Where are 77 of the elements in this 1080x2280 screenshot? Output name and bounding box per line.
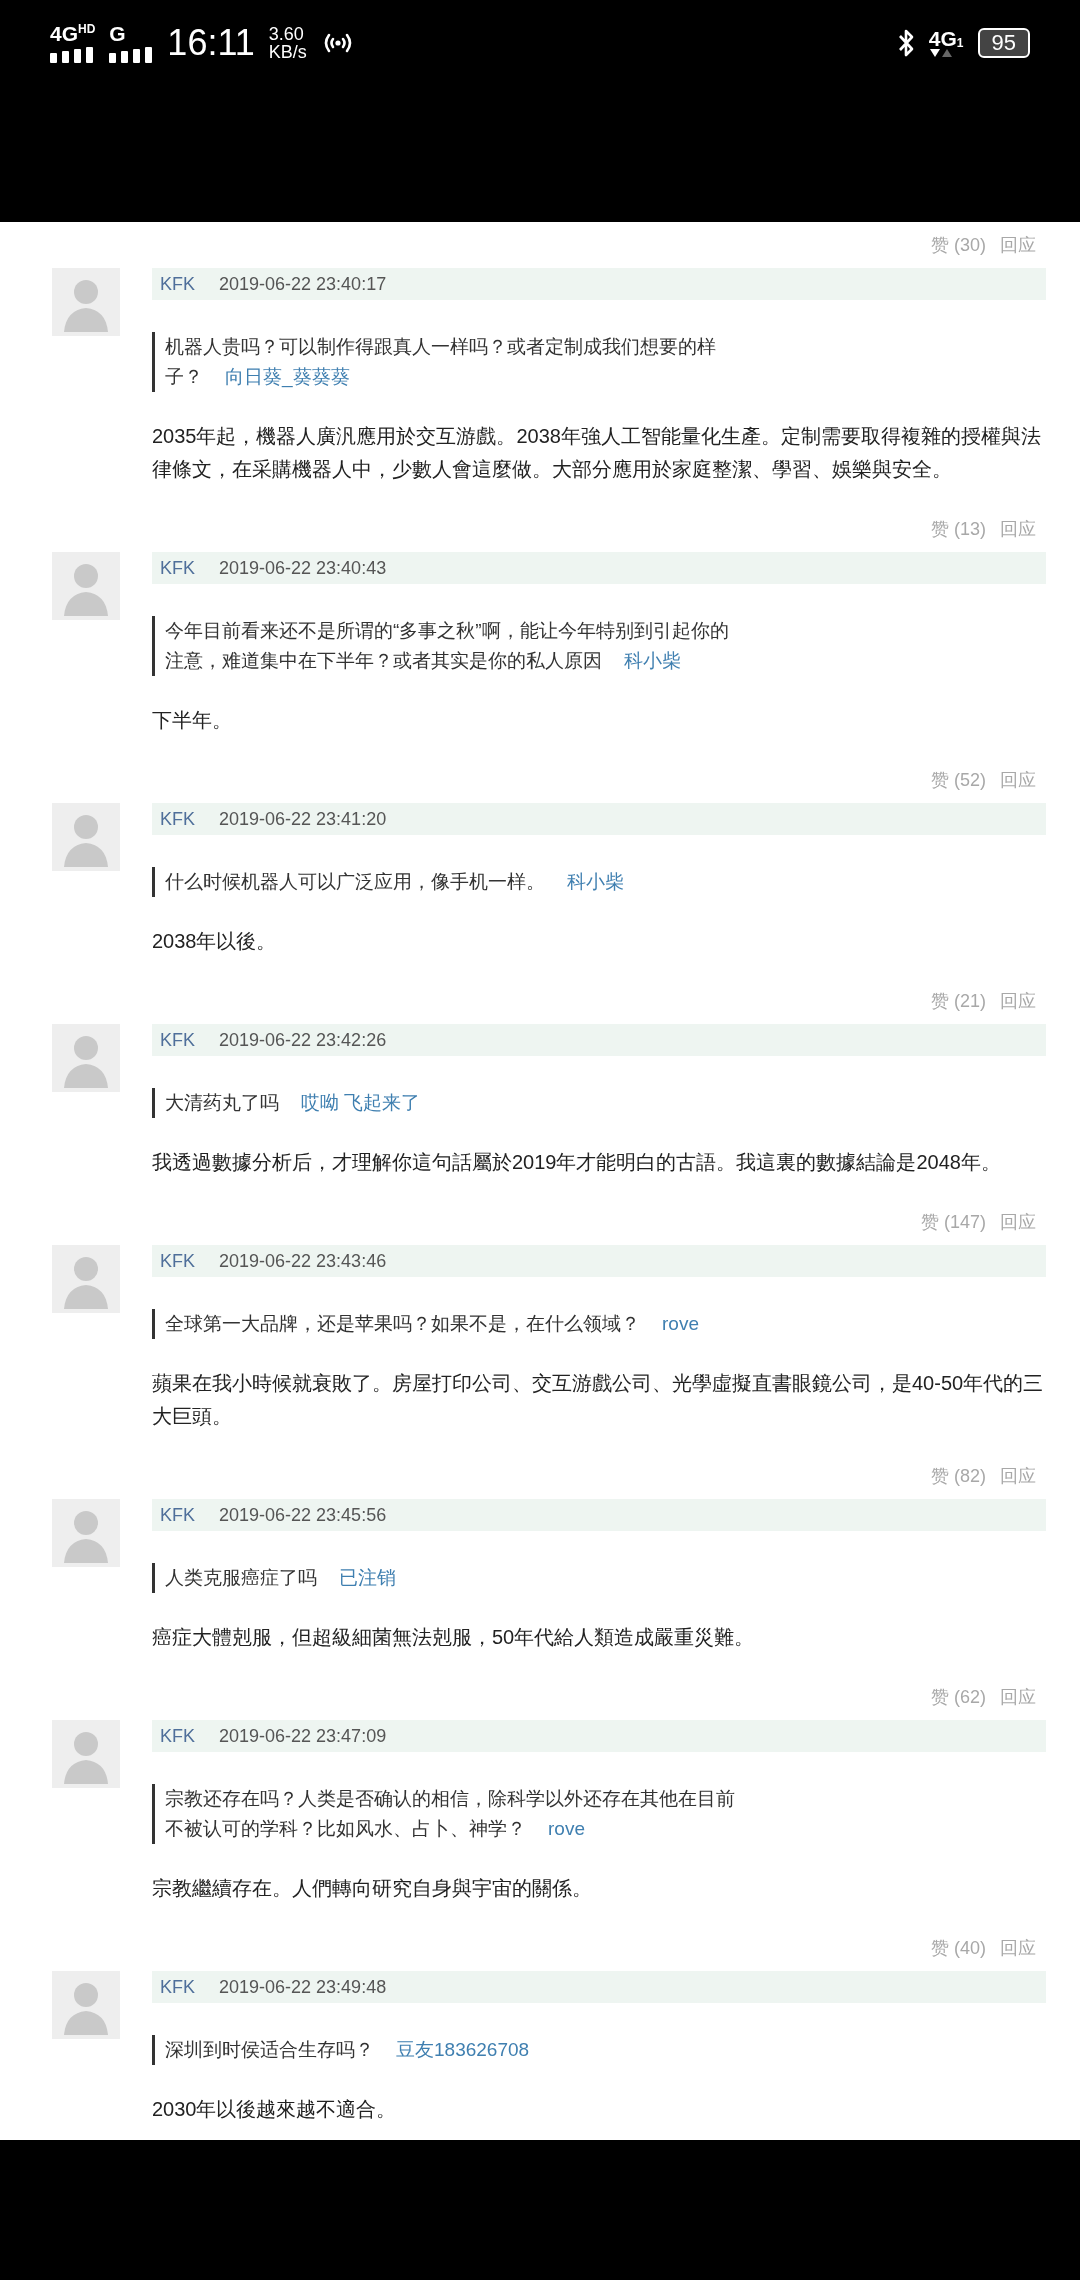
quoted-question: 宗教还存在吗？人类是否确认的相信，除科学以外还存在其他在目前不被认可的学科？比如风水、占卜、神学？ rove bbox=[152, 1784, 735, 1844]
clock-time: 16:11 bbox=[167, 22, 255, 64]
author-name[interactable]: KFK bbox=[160, 1976, 195, 1998]
battery-indicator: 95 bbox=[977, 27, 1030, 59]
avatar-icon bbox=[52, 803, 120, 871]
author-name[interactable]: KFK bbox=[160, 1029, 195, 1051]
user-link[interactable]: 哎呦 飞起来了 bbox=[301, 1092, 421, 1113]
signal-icon bbox=[50, 47, 94, 63]
author-name[interactable]: KFK bbox=[160, 273, 195, 295]
comment-date: 2019-06-22 23:40:43 bbox=[219, 557, 387, 579]
comment-date: 2019-06-22 23:42:26 bbox=[219, 1029, 387, 1051]
like-count[interactable]: 赞 (30) bbox=[931, 233, 986, 257]
reply-link[interactable]: 回应 bbox=[1000, 1936, 1036, 1960]
avatar-icon bbox=[52, 1499, 120, 1567]
comment-date: 2019-06-22 23:49:48 bbox=[219, 1976, 387, 1998]
reply-link[interactable]: 回应 bbox=[1000, 233, 1036, 257]
signal-icon bbox=[109, 47, 154, 63]
user-link[interactable]: 向日葵_葵葵葵 bbox=[225, 366, 350, 387]
quoted-question: 全球第一大品牌，还是苹果吗？如果不是，在什么领域？ rove bbox=[152, 1309, 735, 1339]
data-arrows-icon bbox=[928, 49, 953, 58]
avatar-icon bbox=[52, 1245, 120, 1313]
answer-text: 2035年起，機器人廣汎應用於交互游戲。2038年強人工智能量化生產。定制需要取得複雜的授權與法律條文，在采購機器人中，少數人會這麼做。大部分應用於家庭整潔、學習、娛樂與安全。 bbox=[152, 424, 1042, 482]
avatar-icon bbox=[52, 268, 120, 336]
answer-text: 我透過數據分析后，才理解你這句話屬於2019年才能明白的古語。我這裏的數據結論是2048年。 bbox=[152, 1150, 1002, 1175]
user-link[interactable]: 科小柴 bbox=[624, 650, 681, 671]
reply-link[interactable]: 回应 bbox=[1000, 768, 1036, 792]
like-count[interactable]: 赞 (40) bbox=[931, 1936, 986, 1960]
comment-date: 2019-06-22 23:40:17 bbox=[219, 273, 387, 295]
answer-text: 宗教繼續存在。人們轉向研究自身與宇宙的關係。 bbox=[152, 1876, 593, 1901]
answer-text: 下半年。 bbox=[152, 708, 233, 733]
comment-date: 2019-06-22 23:41:20 bbox=[219, 808, 387, 830]
author-name[interactable]: KFK bbox=[160, 1250, 195, 1272]
comment-date: 2019-06-22 23:43:46 bbox=[219, 1250, 387, 1272]
like-count[interactable]: 赞 (13) bbox=[931, 517, 986, 541]
speed-value: 3.60 bbox=[268, 25, 305, 43]
network-label: 4G bbox=[928, 28, 957, 49]
like-count[interactable]: 赞 (82) bbox=[931, 1464, 986, 1488]
answer-text: 2030年以後越來越不適合。 bbox=[152, 2097, 398, 2122]
user-link[interactable]: 已注销 bbox=[339, 1567, 396, 1588]
reply-link[interactable]: 回应 bbox=[1000, 989, 1036, 1013]
quoted-question: 机器人贵吗？可以制作得跟真人一样吗？或者定制成我们想要的样子？ 向日葵_葵葵葵 bbox=[152, 332, 735, 392]
like-count[interactable]: 赞 (21) bbox=[931, 989, 986, 1013]
like-count[interactable]: 赞 (147) bbox=[920, 1210, 986, 1234]
author-name[interactable]: KFK bbox=[160, 1725, 195, 1747]
network-type-label: HD bbox=[78, 23, 96, 36]
speed-unit: KB/s bbox=[268, 43, 307, 61]
answer-text: 癌症大體剋服，但超級細菌無法剋服，50年代給人類造成嚴重災難。 bbox=[152, 1625, 756, 1650]
user-link[interactable]: rove bbox=[662, 1313, 699, 1334]
answer-text: 蘋果在我小時候就衰敗了。房屋打印公司、交互游戲公司、光學虛擬直書眼鏡公司，是40-50年代的三大巨頭。 bbox=[152, 1371, 1045, 1429]
author-name[interactable]: KFK bbox=[160, 1504, 195, 1526]
quoted-question: 大清药丸了吗 哎呦 飞起来了 bbox=[152, 1088, 735, 1118]
user-link[interactable]: 科小柴 bbox=[567, 871, 624, 892]
author-name[interactable]: KFK bbox=[160, 557, 195, 579]
answer-text: 2038年以後。 bbox=[152, 929, 278, 954]
like-count[interactable]: 赞 (62) bbox=[931, 1685, 986, 1709]
avatar-icon bbox=[52, 1024, 120, 1092]
comment-date: 2019-06-22 23:47:09 bbox=[219, 1725, 387, 1747]
avatar-icon bbox=[52, 1720, 120, 1788]
network-label: 4G bbox=[50, 23, 78, 44]
quoted-question: 今年目前看来还不是所谓的“多事之秋”啊，能让今年特别到引起你的注意，难道集中在下半年？或者其实是你的私人原因 科小柴 bbox=[152, 616, 735, 676]
reply-link[interactable]: 回应 bbox=[1000, 1685, 1036, 1709]
reply-link[interactable]: 回应 bbox=[1000, 1464, 1036, 1488]
network-label: G bbox=[109, 23, 126, 44]
quoted-question: 深圳到时侯适合生存吗？ 豆友183626708 bbox=[152, 2035, 735, 2065]
bluetooth-icon bbox=[896, 28, 915, 58]
reply-link[interactable]: 回应 bbox=[1000, 1210, 1036, 1234]
reply-link[interactable]: 回应 bbox=[1000, 517, 1036, 541]
author-name[interactable]: KFK bbox=[160, 808, 195, 830]
like-count[interactable]: 赞 (52) bbox=[931, 768, 986, 792]
quoted-question: 人类克服癌症了吗 已注销 bbox=[152, 1563, 735, 1593]
avatar-icon bbox=[52, 552, 120, 620]
user-link[interactable]: rove bbox=[548, 1818, 585, 1839]
sim-number-label: 1 bbox=[956, 37, 964, 49]
user-link[interactable]: 豆友183626708 bbox=[396, 2039, 530, 2060]
quoted-question: 什么时候机器人可以广泛应用，像手机一样。 科小柴 bbox=[152, 867, 735, 897]
comment-date: 2019-06-22 23:45:56 bbox=[219, 1504, 387, 1526]
avatar-icon bbox=[52, 1971, 120, 2039]
